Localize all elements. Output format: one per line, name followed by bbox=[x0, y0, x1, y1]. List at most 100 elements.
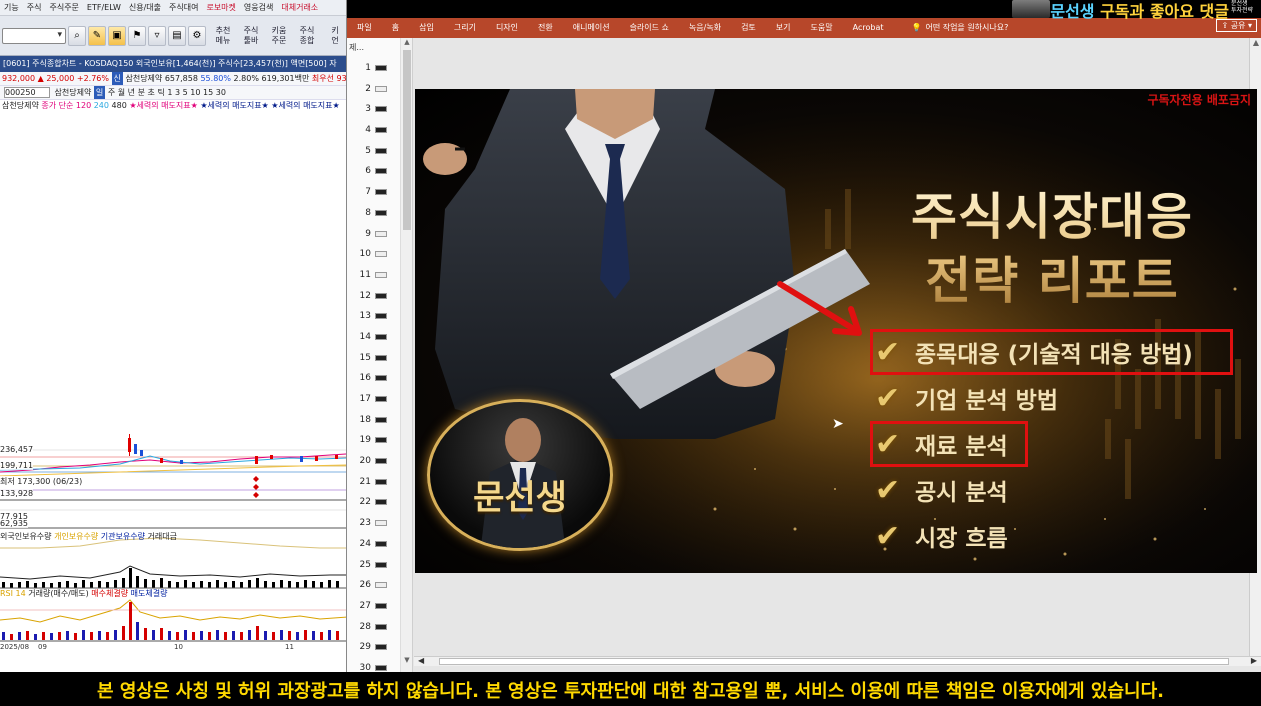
screen-number-combo[interactable] bbox=[2, 27, 66, 44]
menu-item-search[interactable]: 영웅검색 bbox=[240, 2, 277, 13]
slide-thumbnail-image[interactable] bbox=[375, 333, 387, 340]
period-day[interactable]: 일 bbox=[93, 86, 106, 99]
tab-animations[interactable]: 애니메이션 bbox=[563, 22, 620, 33]
tab-help[interactable]: 도움말 bbox=[801, 22, 843, 33]
tab-slideshow[interactable]: 슬라이드 쇼 bbox=[620, 22, 679, 33]
slide-thumbnail[interactable]: 4 bbox=[347, 120, 399, 141]
period-week[interactable]: 주 bbox=[108, 88, 115, 97]
stock-toolbar-button[interactable]: 주식 툴바 bbox=[240, 26, 262, 46]
slide-thumbnail[interactable]: 26 bbox=[347, 575, 399, 596]
slide-thumbnail[interactable]: 7 bbox=[347, 182, 399, 203]
slide-thumbnail-image[interactable] bbox=[375, 375, 387, 382]
menu-item-etf[interactable]: ETF/ELW bbox=[83, 3, 125, 12]
slide-thumbnail[interactable]: 17 bbox=[347, 389, 399, 410]
slide-thumbnail[interactable]: 27 bbox=[347, 596, 399, 617]
scroll-right-icon[interactable]: ▶ bbox=[1251, 656, 1257, 665]
stock-code-input[interactable]: 000250 bbox=[4, 87, 50, 98]
slide-thumbnail-image[interactable] bbox=[375, 65, 387, 71]
slide-thumbnail[interactable]: 9 bbox=[347, 224, 399, 245]
slide-thumbnail-image[interactable] bbox=[375, 499, 387, 506]
slide-thumbnail-image[interactable] bbox=[375, 127, 387, 134]
filter-icon[interactable]: ▿ bbox=[148, 25, 166, 46]
slide-thumbnail[interactable]: 23 bbox=[347, 513, 399, 534]
slide-thumbnail-image[interactable] bbox=[375, 230, 387, 237]
scroll-up-icon[interactable]: ▲ bbox=[401, 38, 413, 48]
slide-thumbnail-image[interactable] bbox=[375, 292, 387, 299]
menu-item-func[interactable]: 기능 bbox=[0, 2, 23, 13]
slide-thumbnail-image[interactable] bbox=[375, 251, 387, 258]
menu-item-stock[interactable]: 주식 bbox=[23, 2, 46, 13]
period-year[interactable]: 년 bbox=[128, 88, 135, 97]
stock-name-field[interactable]: 삼천당제약 bbox=[55, 88, 92, 97]
period-month[interactable]: 월 bbox=[118, 88, 125, 97]
period-minute[interactable]: 분 bbox=[138, 88, 145, 97]
lock-icon[interactable]: ▣ bbox=[108, 25, 126, 46]
tab-transitions[interactable]: 전환 bbox=[528, 22, 563, 33]
slide-thumbnail-image[interactable] bbox=[375, 106, 387, 113]
slide-thumbnail-image[interactable] bbox=[375, 458, 387, 465]
tab-recording[interactable]: 녹음/녹화 bbox=[679, 22, 731, 33]
slide-thumbnail[interactable]: 6 bbox=[347, 161, 399, 182]
period-second[interactable]: 초 bbox=[148, 88, 155, 97]
flag-icon[interactable]: ⚑ bbox=[128, 25, 146, 46]
tab-file[interactable]: 파일 bbox=[347, 22, 382, 33]
tab-design[interactable]: 디자인 bbox=[486, 22, 528, 33]
slide-thumbnail[interactable]: 11 bbox=[347, 265, 399, 286]
slide-thumbnail-image[interactable] bbox=[375, 520, 387, 527]
thumbnail-scrollbar[interactable]: ▲ ▼ bbox=[400, 38, 412, 672]
horizontal-scroll-thumb[interactable] bbox=[439, 658, 1229, 665]
period-1[interactable]: 1 bbox=[167, 88, 172, 97]
menu-item-robo[interactable]: 로보마켓 bbox=[202, 2, 239, 13]
scroll-down-icon[interactable]: ▼ bbox=[401, 656, 413, 666]
editor-scroll-up-icon[interactable]: ▲ bbox=[1250, 38, 1261, 47]
slide-thumbnail-image[interactable] bbox=[375, 209, 387, 216]
slide-thumbnail[interactable]: 10 bbox=[347, 244, 399, 265]
slide-thumbnail[interactable]: 20 bbox=[347, 451, 399, 472]
slide-thumbnail-image[interactable] bbox=[375, 561, 387, 568]
slide-thumbnail[interactable]: 13 bbox=[347, 306, 399, 327]
editor-horizontal-scrollbar[interactable]: ◀ ▶ bbox=[414, 656, 1261, 666]
slide-thumbnail[interactable]: 22 bbox=[347, 492, 399, 513]
period-10[interactable]: 10 bbox=[190, 88, 200, 97]
slide-thumbnail[interactable]: 25 bbox=[347, 555, 399, 576]
period-tick[interactable]: 틱 bbox=[157, 88, 164, 97]
kiwoom-order-button[interactable]: 키움 주문 bbox=[268, 26, 290, 46]
scroll-left-icon[interactable]: ◀ bbox=[418, 656, 424, 665]
slide-thumbnail-image[interactable] bbox=[375, 582, 387, 589]
slide-thumbnail-image[interactable] bbox=[375, 623, 387, 630]
stock-overview-button[interactable]: 주식 종합 bbox=[296, 26, 318, 46]
current-slide[interactable]: 구독자전용 배포금지 주식시장대응 전략 리포트 ✔ 종목대응 (기술적 대응 … bbox=[415, 89, 1257, 573]
slide-thumbnail[interactable]: 24 bbox=[347, 534, 399, 555]
period-15[interactable]: 15 bbox=[203, 88, 213, 97]
period-30[interactable]: 30 bbox=[216, 88, 226, 97]
slide-thumbnail-image[interactable] bbox=[375, 189, 387, 196]
kiwoom-extra-button[interactable]: 키 언 bbox=[324, 26, 346, 46]
tab-home[interactable]: 홈 bbox=[382, 22, 409, 33]
tab-review[interactable]: 검토 bbox=[731, 22, 766, 33]
recommend-menu-button[interactable]: 추천 메뉴 bbox=[212, 26, 234, 46]
slide-thumbnail[interactable]: 21 bbox=[347, 472, 399, 493]
slide-thumbnail[interactable]: 28 bbox=[347, 617, 399, 638]
period-5[interactable]: 5 bbox=[183, 88, 188, 97]
slide-thumbnail-image[interactable] bbox=[375, 644, 387, 651]
slide-thumbnail-image[interactable] bbox=[375, 313, 387, 320]
tab-insert[interactable]: 삽입 bbox=[409, 22, 444, 33]
slide-thumbnail[interactable]: 19 bbox=[347, 430, 399, 451]
price-chart[interactable]: 236,457 199,711 최저 173,300 (06/23) 133,9… bbox=[0, 120, 346, 672]
tab-draw[interactable]: 그리기 bbox=[444, 22, 486, 33]
slide-thumbnail[interactable]: 16 bbox=[347, 368, 399, 389]
slide-thumbnail-image[interactable] bbox=[375, 416, 387, 423]
slide-thumbnail-image[interactable] bbox=[375, 437, 387, 444]
slide-thumbnail[interactable]: 12 bbox=[347, 286, 399, 307]
slide-thumbnail-image[interactable] bbox=[375, 168, 387, 175]
menu-item-lending[interactable]: 주식대여 bbox=[165, 2, 202, 13]
slide-thumbnail-image[interactable] bbox=[375, 85, 387, 92]
slide-thumbnail-image[interactable] bbox=[375, 540, 387, 547]
slide-thumbnail[interactable]: 29 bbox=[347, 637, 399, 658]
slide-thumbnail-image[interactable] bbox=[375, 147, 387, 154]
share-button[interactable]: ⇪ 공유 ▾ bbox=[1216, 19, 1257, 32]
tab-acrobat[interactable]: Acrobat bbox=[843, 23, 894, 32]
edit-icon[interactable]: ✎ bbox=[88, 25, 106, 46]
slide-thumbnail-image[interactable] bbox=[375, 602, 387, 609]
slide-thumbnail[interactable]: 18 bbox=[347, 410, 399, 431]
